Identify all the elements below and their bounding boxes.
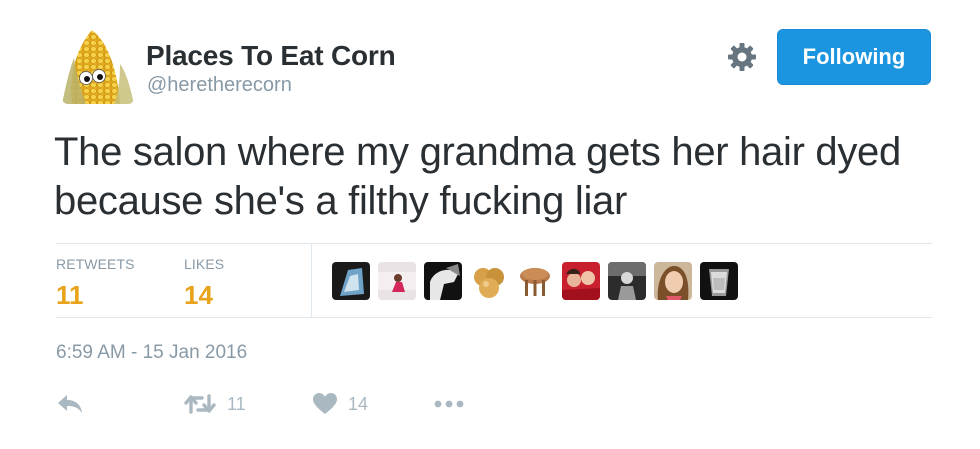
liker-avatar-7[interactable] bbox=[608, 262, 646, 300]
tweet-text: The salon where my grandma gets her hair… bbox=[54, 128, 944, 226]
likes-stat[interactable]: LIKES 14 bbox=[184, 256, 224, 311]
likes-label: LIKES bbox=[184, 256, 225, 272]
stats-divider-top bbox=[56, 243, 932, 244]
liker-avatar-3[interactable] bbox=[424, 262, 462, 300]
likes-count: 14 bbox=[184, 280, 213, 310]
more-dots-icon bbox=[434, 400, 464, 408]
stats-divider-bottom bbox=[56, 317, 932, 318]
retweet-icon bbox=[184, 394, 216, 414]
stats-vertical-divider bbox=[311, 244, 312, 317]
liker-avatar-1[interactable] bbox=[332, 262, 370, 300]
liker-avatar-4[interactable] bbox=[470, 262, 508, 300]
retweets-stat[interactable]: RETWEETS 11 bbox=[56, 256, 135, 311]
author-display-name[interactable]: Places To Eat Corn bbox=[146, 40, 396, 72]
liker-avatar-2[interactable] bbox=[378, 262, 416, 300]
retweets-label: RETWEETS bbox=[56, 256, 135, 272]
corn-avatar-image bbox=[62, 28, 134, 104]
tweet-timestamp[interactable]: 6:59 AM - 15 Jan 2016 bbox=[56, 342, 247, 364]
liker-avatar-6[interactable] bbox=[562, 262, 600, 300]
reply-icon bbox=[58, 395, 82, 413]
following-button[interactable]: Following bbox=[777, 29, 931, 85]
reply-button[interactable] bbox=[56, 388, 84, 420]
tweet-text-line-1: The salon where my grandma gets her hair… bbox=[54, 130, 901, 174]
author-handle[interactable]: @heretherecorn bbox=[147, 74, 292, 97]
retweet-count: 11 bbox=[227, 393, 246, 414]
liker-avatar-9[interactable] bbox=[700, 262, 738, 300]
like-count: 14 bbox=[348, 393, 369, 414]
gear-icon[interactable] bbox=[724, 39, 760, 75]
tweet-card: Places To Eat Corn @heretherecorn Follow… bbox=[0, 0, 980, 449]
more-options-button[interactable] bbox=[433, 388, 465, 420]
heart-icon bbox=[313, 393, 337, 414]
tweet-text-line-2: because she's a filthy fucking liar bbox=[54, 179, 627, 223]
retweet-button[interactable]: 11 bbox=[183, 388, 246, 420]
retweets-count: 11 bbox=[56, 280, 84, 310]
liker-avatars bbox=[332, 262, 738, 300]
author-avatar[interactable] bbox=[62, 28, 134, 104]
liker-avatar-5[interactable] bbox=[516, 262, 554, 300]
like-button[interactable]: 14 bbox=[312, 388, 368, 420]
liker-avatar-8[interactable] bbox=[654, 262, 692, 300]
